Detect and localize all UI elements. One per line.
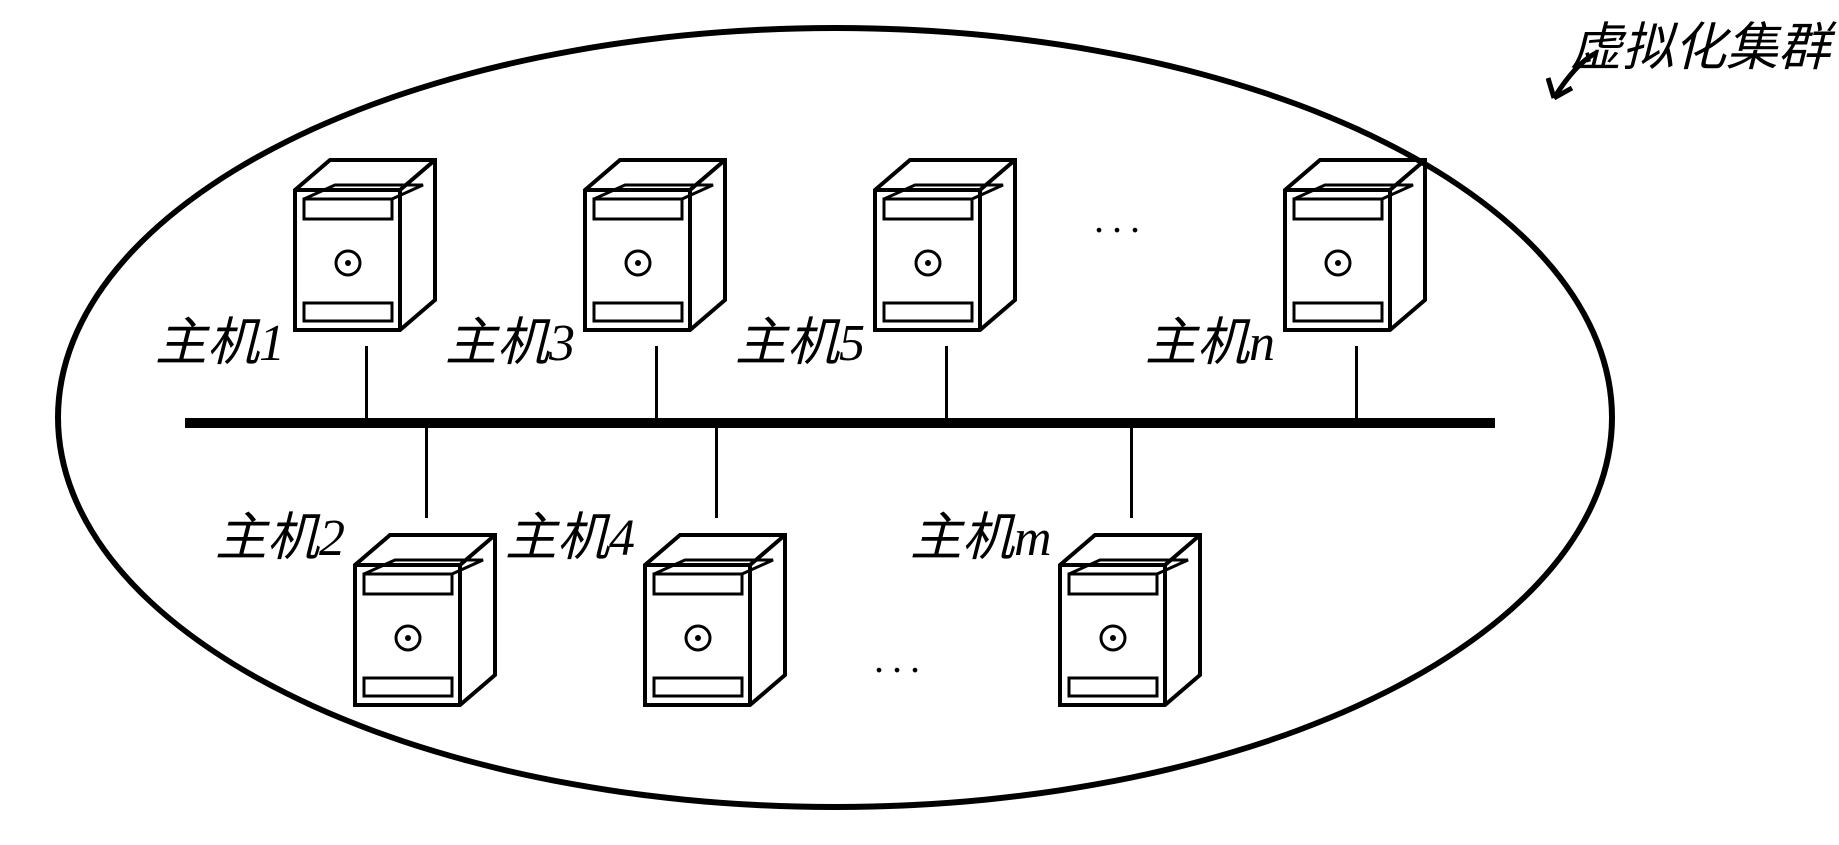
server-icon xyxy=(1055,530,1205,710)
connector-line xyxy=(365,346,368,421)
host-label: 主机m xyxy=(910,495,1052,570)
ellipsis-top: ... xyxy=(1095,195,1149,242)
host-label: 主机5 xyxy=(735,300,865,375)
connector-line xyxy=(655,346,658,421)
connector-line xyxy=(1355,346,1358,421)
connector-line xyxy=(425,428,428,518)
connector-line xyxy=(945,346,948,421)
diagram-canvas: 虚拟化集群 主机1 主机3 xyxy=(0,0,1839,845)
server-icon xyxy=(1280,155,1430,335)
connector-line xyxy=(1130,428,1133,518)
host-label: 主机n xyxy=(1145,300,1275,375)
ellipsis-bottom: ... xyxy=(875,635,929,682)
host-label: 主机4 xyxy=(505,495,635,570)
host-label: 主机1 xyxy=(155,300,285,375)
cluster-label: 虚拟化集群 xyxy=(1570,5,1830,80)
network-bus xyxy=(185,418,1495,428)
server-icon xyxy=(870,155,1020,335)
host-label: 主机2 xyxy=(215,495,345,570)
connector-line xyxy=(715,428,718,518)
server-icon xyxy=(580,155,730,335)
server-icon xyxy=(290,155,440,335)
host-label: 主机3 xyxy=(445,300,575,375)
server-icon xyxy=(350,530,500,710)
server-icon xyxy=(640,530,790,710)
